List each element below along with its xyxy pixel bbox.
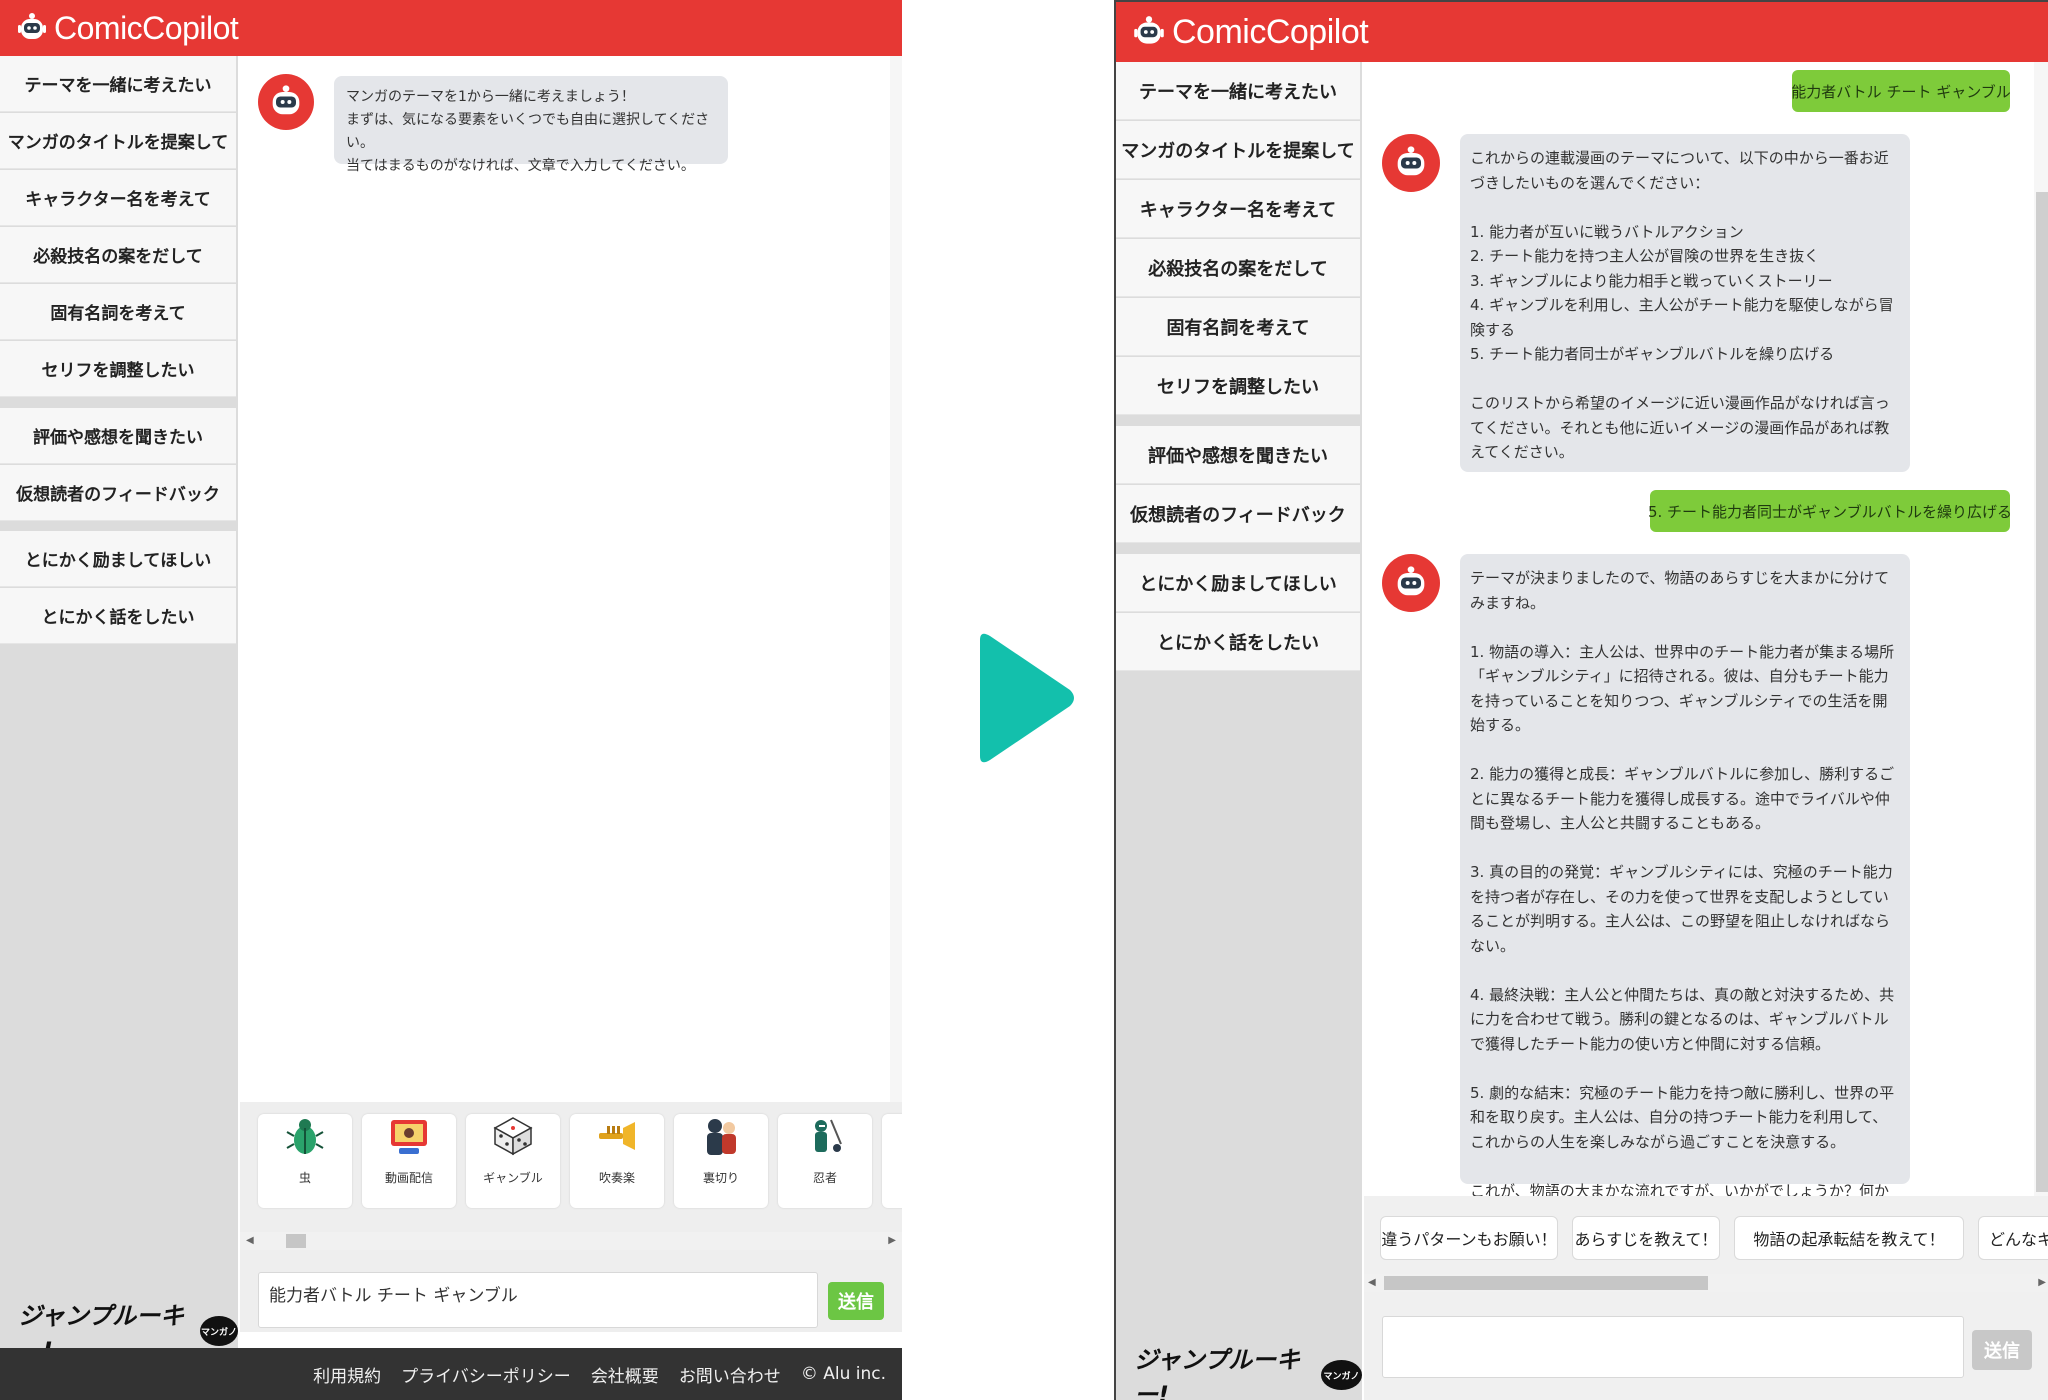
user-message-1: 能力者バトル チート ギャンブル: [1791, 70, 2011, 112]
composer-area: 違うパターンもお願い！ あらすじを教えて！ 物語の起承転結を教えて！ どんなキャ…: [1364, 1196, 2048, 1400]
user-message-2: 5. チート能力者同士がギャンブルバトルを繰り広げる: [1648, 490, 2012, 532]
brand-logo[interactable]: ジャンプルーキー! マンガノ: [1134, 1340, 1362, 1400]
sidebar-item-virtual-reader[interactable]: 仮想読者のフィードバック: [0, 465, 236, 521]
robot-icon: [272, 85, 300, 115]
sidebar-item-character-name[interactable]: キャラクター名を考えて: [1116, 180, 1360, 238]
suggestion-chip-other-pattern[interactable]: 違うパターンもお願い！: [1380, 1216, 1558, 1260]
chat-scroll-thumb[interactable]: [2036, 192, 2048, 1192]
theme-card-label: ギャンブル: [483, 1171, 543, 1185]
bot-message: マンガのテーマを1から一緒に考えましょう！ まずは、気になる要素をいくつでも自由…: [334, 76, 728, 174]
composer-area: 虫 動画配信 ギャンブル 吹奏楽 裏切り 忍者 モン ◀ ▶ 能力者バトル チート ギャンブ…: [240, 1102, 902, 1332]
sidebar-item-character-name[interactable]: キャラクター名を考えて: [0, 170, 236, 226]
trumpet-icon: [595, 1114, 639, 1169]
sidebar-item-proper-noun[interactable]: 固有名詞を考えて: [1116, 298, 1360, 356]
send-button[interactable]: 送信: [1972, 1330, 2032, 1370]
footer-link-contact[interactable]: お問い合わせ: [679, 1362, 781, 1387]
sidebar-item-review[interactable]: 評価や感想を聞きたい: [0, 408, 236, 464]
suggestion-chip-character[interactable]: どんなキャ: [1978, 1216, 2048, 1260]
sidebar-item-dialogue[interactable]: セリフを調整したい: [1116, 357, 1360, 415]
chips-scrollbar[interactable]: ◀ ▶: [1364, 1274, 2048, 1292]
theme-card[interactable]: 忍者: [778, 1114, 872, 1208]
app-header: ComicCopilot: [1116, 2, 2048, 62]
logo-text: ComicCopilot: [1172, 12, 1369, 51]
logo[interactable]: ComicCopilot: [1130, 12, 1369, 52]
theme-card[interactable]: 動画配信: [362, 1114, 456, 1208]
dice-icon: [491, 1114, 535, 1169]
left-screen: ComicCopilot テーマを一緒に考えたい マンガのタイトルを提案して キ…: [0, 0, 902, 1400]
bot-avatar-2: [1382, 554, 1440, 612]
theme-card[interactable]: モン: [882, 1114, 902, 1208]
sidebar-item-title[interactable]: マンガのタイトルを提案して: [1116, 121, 1360, 179]
sidebar-item-chat[interactable]: とにかく話をしたい: [0, 588, 236, 644]
sidebar-item-theme[interactable]: テーマを一緒に考えたい: [0, 56, 236, 112]
theme-card[interactable]: 虫: [258, 1114, 352, 1208]
bot-avatar: [258, 74, 314, 130]
suggestion-chip-story-structure[interactable]: 物語の起承転結を教えて！: [1734, 1216, 1964, 1260]
sidebar-item-special-move[interactable]: 必殺技名の案をだして: [0, 227, 236, 283]
footer-link-privacy[interactable]: プライバシーポリシー: [401, 1362, 571, 1387]
sidebar: テーマを一緒に考えたい マンガのタイトルを提案して キャラクター名を考えて 必殺…: [0, 56, 238, 1365]
chat-area: マンガのテーマを1から一緒に考えましょう！ まずは、気になる要素をいくつでも自由…: [240, 56, 902, 1102]
sidebar-item-review[interactable]: 評価や感想を聞きたい: [1116, 426, 1360, 484]
right-screen: ComicCopilot テーマを一緒に考えたい マンガのタイトルを提案して キ…: [1114, 0, 2048, 1400]
send-button[interactable]: 送信: [828, 1282, 884, 1320]
manga-badge: マンガノ: [199, 1316, 238, 1346]
message-input-value: 能力者バトル チート ギャンブル: [269, 1286, 518, 1306]
scroll-right-arrow-icon[interactable]: ▶: [2038, 1277, 2046, 1288]
manga-badge: マンガノ: [1321, 1360, 1362, 1390]
sidebar-item-title[interactable]: マンガのタイトルを提案して: [0, 113, 236, 169]
theme-card[interactable]: 裏切り: [674, 1114, 768, 1208]
sidebar-item-virtual-reader[interactable]: 仮想読者のフィードバック: [1116, 485, 1360, 543]
sidebar-item-dialogue[interactable]: セリフを調整したい: [0, 341, 236, 397]
brand-text: ジャンプルーキー!: [1134, 1346, 1301, 1400]
ninja-icon: [803, 1114, 847, 1169]
sidebar-item-encourage[interactable]: とにかく励ましてほしい: [1116, 554, 1360, 612]
streaming-icon: [387, 1114, 431, 1169]
theme-card-label: 動画配信: [384, 1171, 433, 1185]
theme-card[interactable]: ギャンブル: [466, 1114, 560, 1208]
sidebar-item-proper-noun[interactable]: 固有名詞を考えて: [0, 284, 236, 340]
sidebar: テーマを一緒に考えたい マンガのタイトルを提案して キャラクター名を考えて 必殺…: [1116, 62, 1362, 1400]
theme-card-label: 吹奏楽: [598, 1171, 635, 1185]
sidebar-item-special-move[interactable]: 必殺技名の案をだして: [1116, 239, 1360, 297]
logo[interactable]: ComicCopilot: [14, 9, 239, 47]
suggestion-chip-synopsis[interactable]: あらすじを教えて！: [1572, 1216, 1720, 1260]
sidebar-item-encourage[interactable]: とにかく励ましてほしい: [0, 531, 236, 587]
chat-area: 能力者バトル チート ギャンブル これからの連載漫画のテーマについて、以下の中か…: [1364, 62, 2048, 1249]
message-input[interactable]: 能力者バトル チート ギャンブル: [258, 1272, 818, 1328]
footer-link-company[interactable]: 会社概要: [591, 1362, 659, 1387]
sidebar-item-theme[interactable]: テーマを一緒に考えたい: [1116, 62, 1360, 120]
scroll-left-arrow-icon[interactable]: ◀: [246, 1235, 254, 1246]
theme-card-label: 忍者: [812, 1171, 837, 1185]
sidebar-item-chat[interactable]: とにかく話をしたい: [1116, 613, 1360, 671]
footer-copyright: © Alu inc.: [800, 1364, 886, 1384]
next-arrow-icon: [972, 630, 1076, 770]
chat-scrollbar[interactable]: [2034, 62, 2048, 1196]
betrayal-icon: [699, 1114, 743, 1169]
beetle-icon: [283, 1114, 327, 1169]
bot-message-2: テーマが決まりましたので、物語のあらすじを大まかに分けてみますね。 1. 物語の…: [1460, 554, 1910, 1249]
theme-card[interactable]: 吹奏楽: [570, 1114, 664, 1208]
app-header: ComicCopilot: [0, 0, 902, 56]
cards-scrollbar[interactable]: ◀ ▶: [240, 1232, 902, 1250]
robot-logo-icon: [1130, 13, 1168, 51]
theme-card-label: 裏切り: [702, 1171, 739, 1185]
chat-scrollbar[interactable]: [890, 56, 902, 1102]
scroll-left-arrow-icon[interactable]: ◀: [1368, 1277, 1376, 1288]
scroll-thumb[interactable]: [286, 1234, 306, 1248]
theme-card-label: 虫: [298, 1171, 311, 1185]
message-input[interactable]: [1382, 1316, 1964, 1378]
robot-icon: [1397, 566, 1425, 596]
logo-text: ComicCopilot: [54, 9, 239, 46]
footer: 利用規約 プライバシーポリシー 会社概要 お問い合わせ © Alu inc.: [0, 1348, 902, 1400]
footer-link-terms[interactable]: 利用規約: [313, 1362, 381, 1387]
bot-message-1: これからの連載漫画のテーマについて、以下の中から一番お近づきしたいものを選んでく…: [1460, 134, 1910, 472]
robot-logo-icon: [14, 10, 50, 46]
scroll-thumb[interactable]: [1384, 1276, 1708, 1290]
scroll-right-arrow-icon[interactable]: ▶: [888, 1235, 896, 1246]
message-input-value: [1383, 1317, 1963, 1333]
bot-avatar-1: [1382, 134, 1440, 192]
robot-icon: [1397, 146, 1425, 176]
